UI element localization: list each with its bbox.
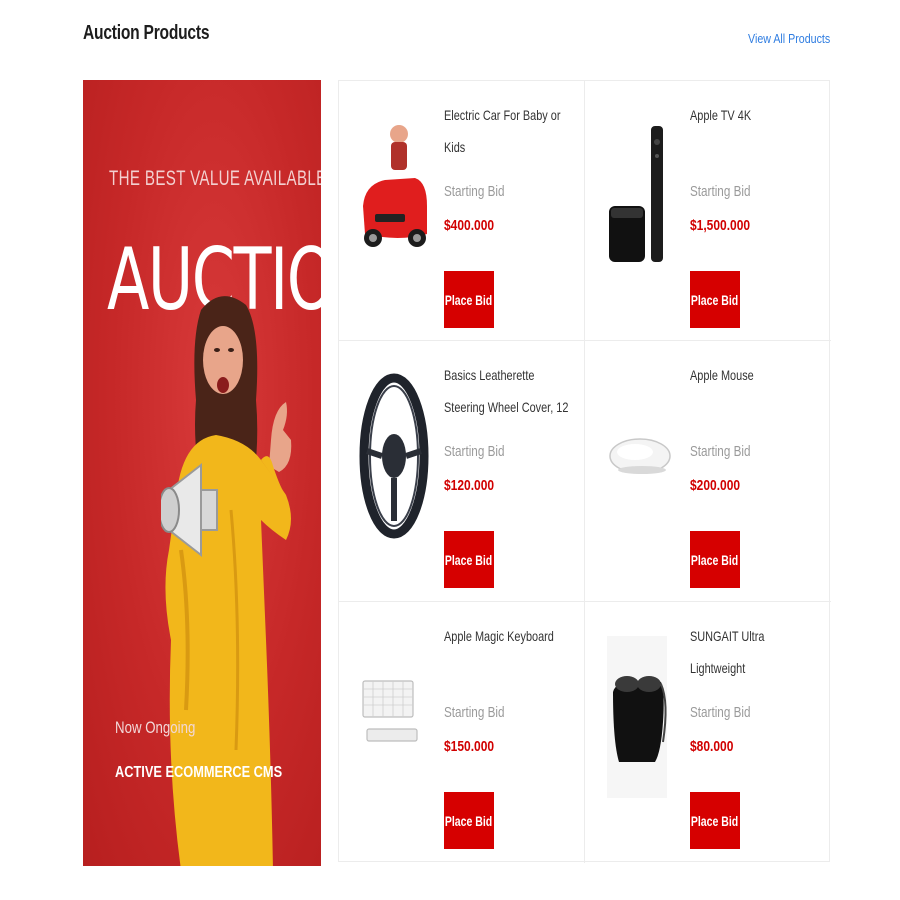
product-card[interactable]: SUNGAIT Ultra Lightweight Starting Bid $… bbox=[585, 602, 831, 863]
place-bid-label: Place Bid bbox=[445, 812, 493, 829]
place-bid-button[interactable]: Place Bid bbox=[444, 792, 494, 849]
place-bid-button[interactable]: Place Bid bbox=[690, 271, 740, 328]
view-all-products-link[interactable]: View All Products bbox=[748, 31, 830, 46]
banner-tagline: THE BEST VALUE AVAILABLE bbox=[109, 167, 321, 190]
product-price: $1,500.000 bbox=[690, 217, 751, 234]
product-price: $80.000 bbox=[690, 738, 734, 755]
product-name[interactable]: Apple TV 4K bbox=[690, 99, 823, 131]
auction-product-grid: Electric Car For Baby or Kids Starting B… bbox=[338, 80, 831, 863]
toy-car-icon[interactable] bbox=[354, 111, 434, 281]
place-bid-button[interactable]: Place Bid bbox=[690, 792, 740, 849]
product-card[interactable]: Apple TV 4K Starting Bid $1,500.000 Plac… bbox=[585, 81, 831, 341]
keyboard-icon[interactable] bbox=[354, 632, 434, 802]
place-bid-label: Place Bid bbox=[691, 812, 739, 829]
product-card[interactable]: Apple Magic Keyboard Starting Bid $150.0… bbox=[339, 602, 585, 863]
auction-banner[interactable]: THE BEST VALUE AVAILABLE AUCTION Now Ong… bbox=[83, 80, 321, 866]
product-price: $120.000 bbox=[444, 477, 495, 494]
product-name[interactable]: Apple Mouse bbox=[690, 359, 823, 391]
place-bid-label: Place Bid bbox=[445, 291, 493, 308]
place-bid-button[interactable]: Place Bid bbox=[444, 271, 494, 328]
mouse-icon[interactable] bbox=[600, 371, 680, 541]
product-price: $150.000 bbox=[444, 738, 495, 755]
starting-bid-label: Starting Bid bbox=[690, 704, 751, 721]
product-price: $400.000 bbox=[444, 217, 495, 234]
steering-wheel-icon[interactable] bbox=[354, 371, 434, 541]
starting-bid-label: Starting Bid bbox=[444, 443, 505, 460]
place-bid-label: Place Bid bbox=[691, 551, 739, 568]
page-title: Auction Products bbox=[83, 22, 210, 44]
starting-bid-label: Starting Bid bbox=[444, 183, 505, 200]
product-card[interactable]: Basics Leatherette Steering Wheel Cover,… bbox=[339, 341, 585, 602]
place-bid-button[interactable]: Place Bid bbox=[690, 531, 740, 588]
banner-brand: ACTIVE ECOMMERCE CMS bbox=[115, 764, 283, 781]
place-bid-label: Place Bid bbox=[445, 551, 493, 568]
sunglasses-icon[interactable] bbox=[600, 632, 680, 802]
product-card[interactable]: Apple Mouse Starting Bid $200.000 Place … bbox=[585, 341, 831, 602]
product-name[interactable]: Electric Car For Baby or Kids bbox=[444, 99, 577, 163]
banner-status: Now Ongoing bbox=[115, 718, 196, 737]
place-bid-label: Place Bid bbox=[691, 291, 739, 308]
product-name[interactable]: SUNGAIT Ultra Lightweight bbox=[690, 620, 823, 684]
place-bid-button[interactable]: Place Bid bbox=[444, 531, 494, 588]
starting-bid-label: Starting Bid bbox=[690, 183, 751, 200]
apple-tv-icon[interactable] bbox=[600, 111, 680, 281]
product-name[interactable]: Apple Magic Keyboard bbox=[444, 620, 577, 652]
starting-bid-label: Starting Bid bbox=[444, 704, 505, 721]
product-name[interactable]: Basics Leatherette Steering Wheel Cover,… bbox=[444, 359, 577, 423]
product-card[interactable]: Electric Car For Baby or Kids Starting B… bbox=[339, 81, 585, 341]
product-price: $200.000 bbox=[690, 477, 741, 494]
starting-bid-label: Starting Bid bbox=[690, 443, 751, 460]
